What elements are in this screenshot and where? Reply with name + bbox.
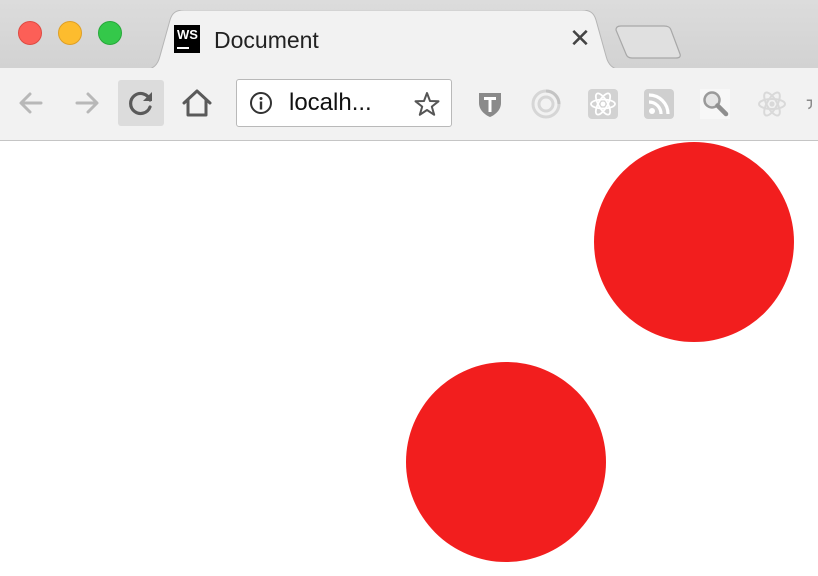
url-text[interactable]: localh... xyxy=(289,89,372,117)
red-circle-top-right xyxy=(594,142,794,342)
react-atom-extension-icon[interactable] xyxy=(587,88,619,120)
new-tab-button[interactable] xyxy=(612,24,684,65)
forward-button[interactable] xyxy=(64,80,110,126)
home-button[interactable] xyxy=(174,80,220,126)
info-icon[interactable] xyxy=(249,91,273,115)
arrow-left-icon xyxy=(19,92,43,114)
window-close-button[interactable] xyxy=(18,21,42,45)
tab-document[interactable]: WS Document ✕ xyxy=(142,10,624,70)
tab-close-icon[interactable]: ✕ xyxy=(566,24,594,52)
home-icon xyxy=(182,89,212,117)
address-bar[interactable]: localh... xyxy=(236,79,452,127)
reload-icon xyxy=(129,91,152,116)
reload-button[interactable] xyxy=(118,80,164,126)
react-atom-faded-extension-icon[interactable] xyxy=(756,88,788,120)
rss-extension-icon[interactable] xyxy=(643,88,675,120)
webstorm-favicon-icon: WS xyxy=(174,25,200,53)
favicon-text: WS xyxy=(177,27,198,42)
magnifier-extension-icon[interactable] xyxy=(699,88,731,120)
shield-t-extension-icon[interactable] xyxy=(474,88,506,120)
toolbar: localh... xyxy=(0,68,818,141)
cut-off-extension-icon[interactable] xyxy=(806,88,818,120)
browser-window: WS Document ✕ localh... xyxy=(0,0,818,576)
red-circle-bottom-center xyxy=(406,362,606,562)
star-icon[interactable] xyxy=(413,90,441,118)
tab-strip: WS Document ✕ xyxy=(0,0,818,70)
arrow-right-icon xyxy=(75,92,99,114)
back-button[interactable] xyxy=(8,80,54,126)
tab-title: Document xyxy=(214,27,319,53)
page-viewport xyxy=(0,141,818,576)
ring-extension-icon[interactable] xyxy=(530,88,562,120)
new-tab-icon xyxy=(615,25,681,59)
window-minimize-button[interactable] xyxy=(58,21,82,45)
window-maximize-button[interactable] xyxy=(98,21,122,45)
